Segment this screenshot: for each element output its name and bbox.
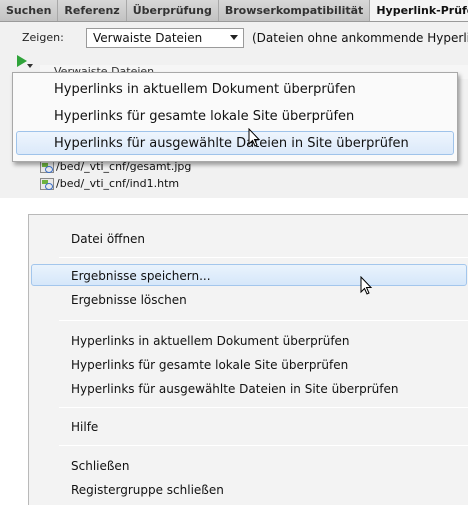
menu-separator (59, 320, 468, 321)
show-label: Zeigen: (22, 31, 64, 44)
tab-hyperlink-pruefer[interactable]: Hyperlink-Prüfer (370, 0, 468, 21)
tab-ueberpruefung[interactable]: Überprüfung (127, 0, 219, 21)
show-filter-select[interactable]: Verwaiste Dateien (86, 28, 244, 48)
menu-item-open-file[interactable]: Datei öffnen (31, 227, 467, 249)
check-links-button[interactable] (14, 53, 33, 71)
menu-item-check-entire-site[interactable]: Hyperlinks für gesamte lokale Site überp… (31, 353, 467, 375)
menu-item-clear-results[interactable]: Ergebnisse löschen (31, 288, 467, 310)
filter-row: Zeigen: Verwaiste Dateien (Dateien ohne … (0, 23, 468, 51)
menu-item-check-selected-files[interactable]: Hyperlinks für ausgewählte Dateien in Si… (16, 131, 454, 155)
menu-item-save-results[interactable]: Ergebnisse speichern... (31, 264, 467, 286)
tab-suchen[interactable]: Suchen (0, 0, 59, 21)
menu-item-help[interactable]: Hilfe (31, 415, 467, 437)
list-item[interactable]: /bed/_vti_cnf/gesamt.jpg (40, 160, 191, 176)
file-path: /bed/_vti_cnf/ind1.htm (56, 177, 180, 190)
dropdown-caret-icon (27, 64, 33, 68)
list-item[interactable]: /bed/_vti_cnf/ind1.htm (40, 177, 179, 193)
menu-item-close[interactable]: Schließen (31, 454, 467, 476)
mouse-cursor-icon (360, 276, 373, 295)
hyperlink-checker-panel: Suchen Referenz Überprüfung Browserkompa… (0, 0, 468, 198)
menu-item-check-current-document[interactable]: Hyperlinks in aktuellem Dokument überprü… (31, 329, 467, 351)
tab-bar: Suchen Referenz Überprüfung Browserkompa… (0, 0, 468, 22)
file-icon (40, 178, 54, 190)
show-filter-value: Verwaiste Dateien (93, 31, 203, 45)
menu-separator (59, 445, 468, 446)
check-links-dropdown-menu: Hyperlinks in aktuellem Dokument überprü… (12, 72, 458, 162)
file-icon (40, 161, 54, 173)
menu-item-check-current-document[interactable]: Hyperlinks in aktuellem Dokument überprü… (16, 77, 454, 101)
filter-hint: (Dateien ohne ankommende Hyperlinks (252, 31, 468, 45)
menu-separator (59, 257, 468, 258)
play-arrow-icon (17, 55, 27, 67)
chevron-down-icon (230, 35, 238, 40)
tab-browserkompatibilitaet[interactable]: Browserkompatibilität (219, 0, 371, 21)
menu-item-check-selected-files[interactable]: Hyperlinks für ausgewählte Dateien in Si… (31, 377, 467, 399)
context-menu: Datei öffnen Ergebnisse speichern... Erg… (28, 214, 468, 505)
tab-referenz[interactable]: Referenz (58, 0, 127, 21)
menu-item-check-entire-site[interactable]: Hyperlinks für gesamte lokale Site überp… (16, 104, 454, 128)
menu-item-close-tab-group[interactable]: Registergruppe schließen (31, 478, 467, 500)
menu-separator (59, 407, 468, 408)
mouse-cursor-icon (248, 128, 261, 147)
